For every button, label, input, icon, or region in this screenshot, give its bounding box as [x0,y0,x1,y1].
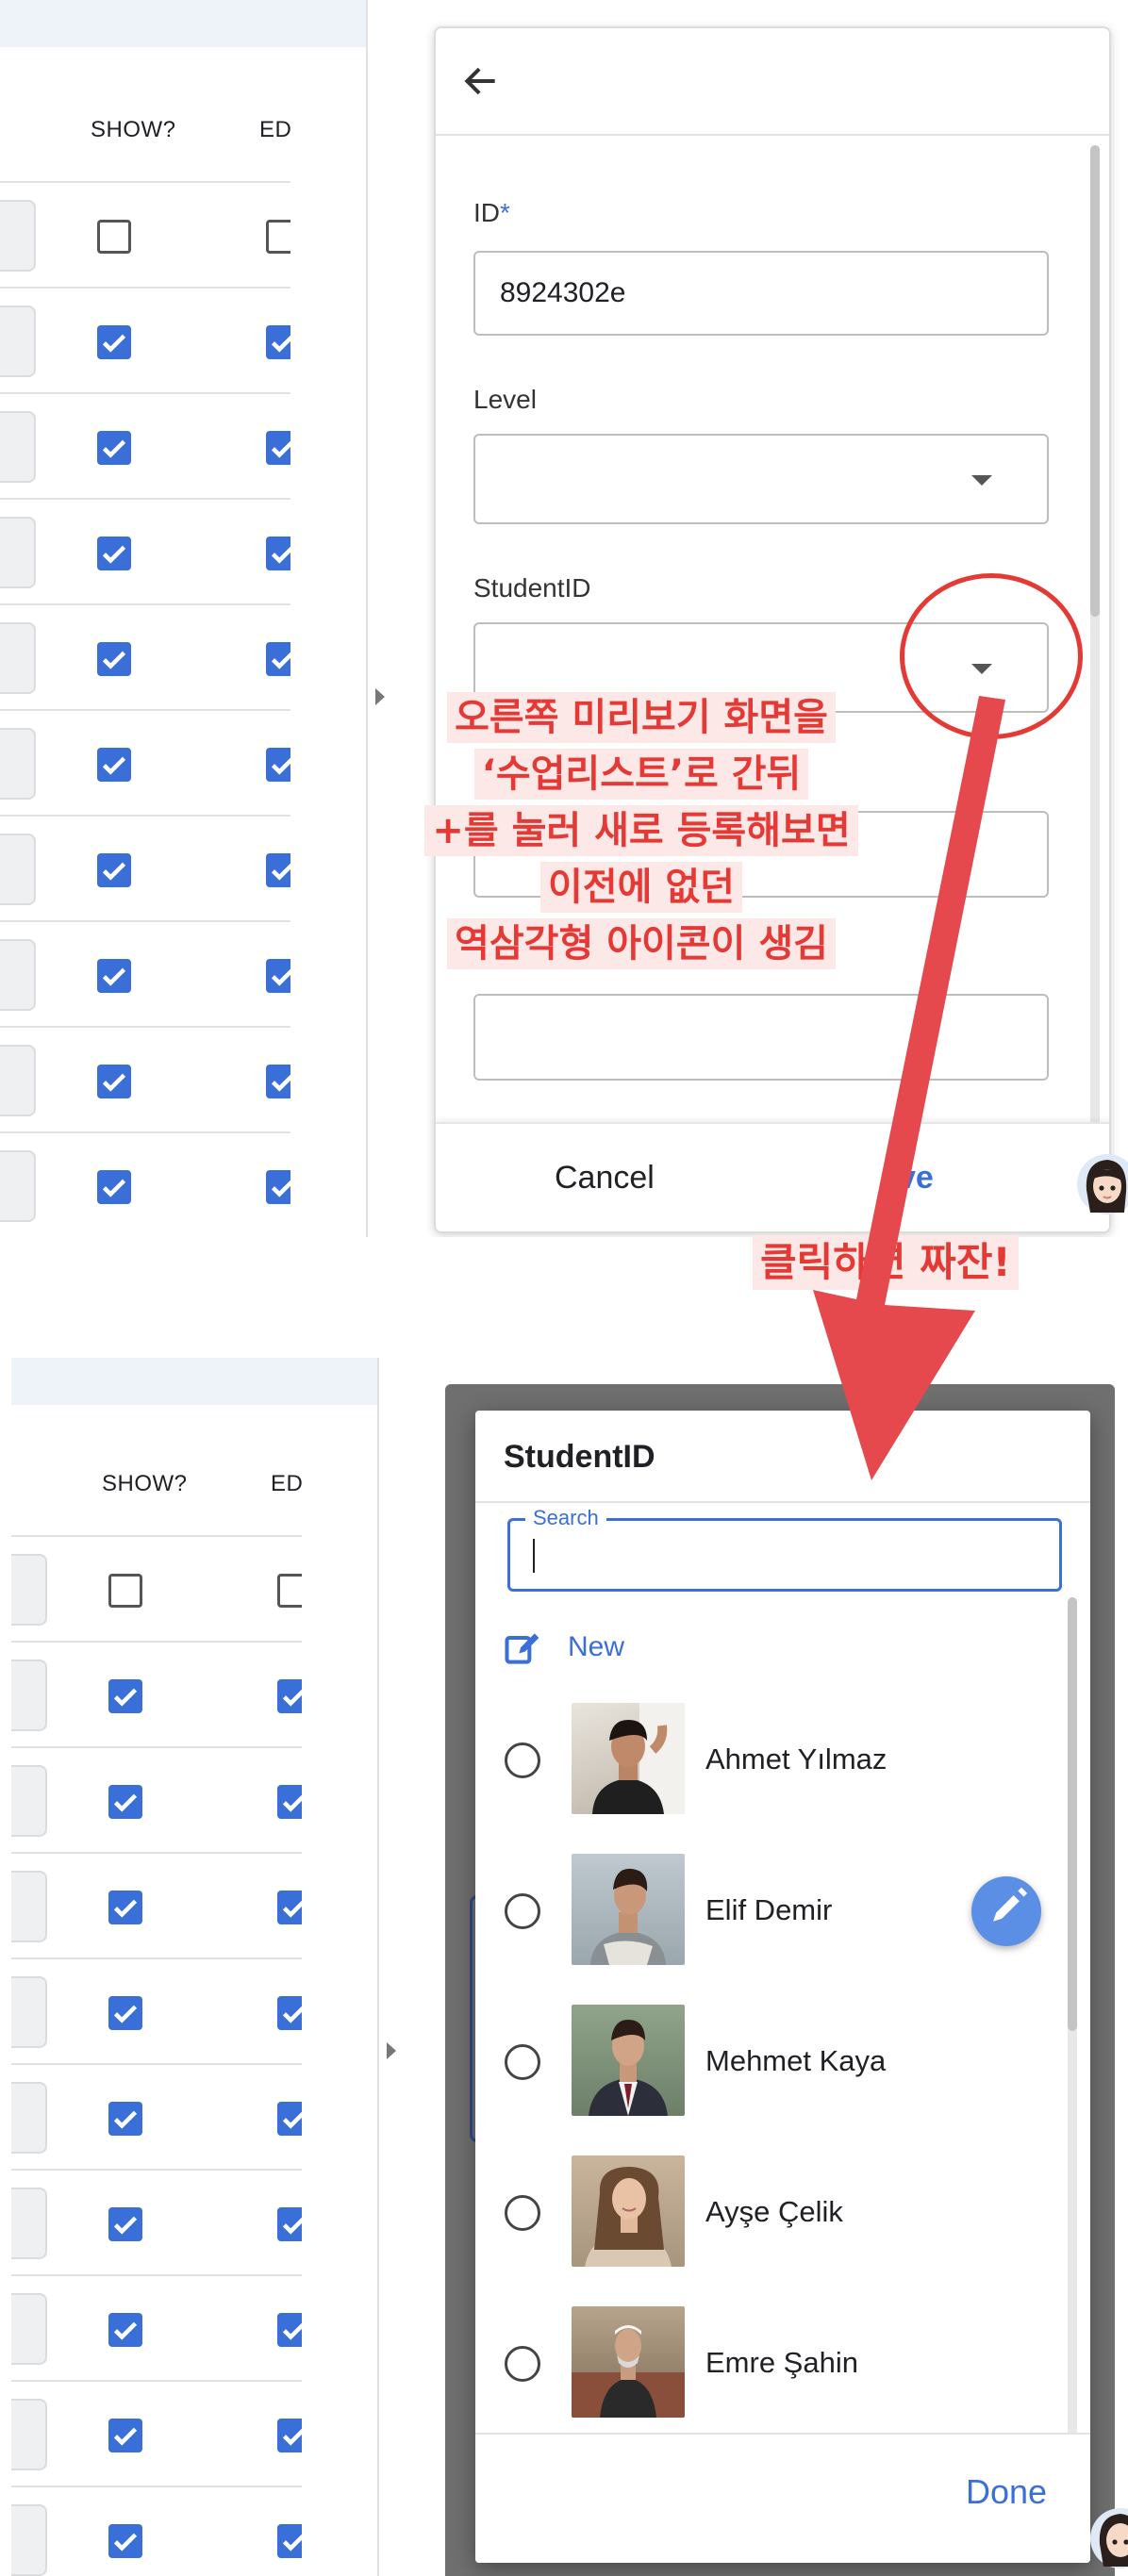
pointer-arrow [813,696,1005,1480]
